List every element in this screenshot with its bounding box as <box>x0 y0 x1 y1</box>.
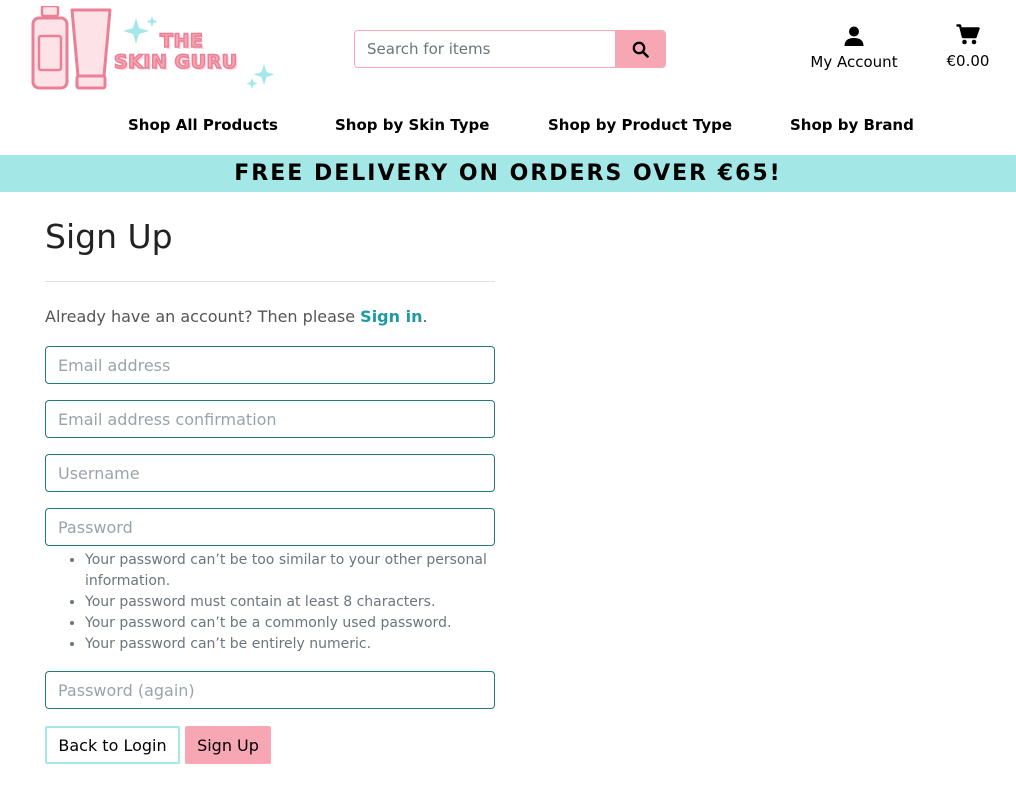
user-icon <box>844 26 864 46</box>
search-button[interactable] <box>615 31 665 67</box>
search-bar <box>354 30 666 68</box>
signin-prompt-text: Already have an account? Then please <box>45 307 361 326</box>
signin-link[interactable]: Sign in <box>360 307 422 326</box>
main-navigation: Shop All Products Shop by Skin Type Shop… <box>0 116 1016 138</box>
site-logo[interactable]: THE SKIN GURU <box>28 6 280 94</box>
signin-prompt-period: . <box>422 307 428 326</box>
cart-link[interactable]: €0.00 <box>936 24 1000 70</box>
password-requirement: Your password can’t be too similar to yo… <box>85 550 495 592</box>
password-confirmation-field[interactable] <box>45 671 495 709</box>
nav-shop-by-product-type[interactable]: Shop by Product Type <box>548 116 732 134</box>
back-to-login-button[interactable]: Back to Login <box>45 726 180 764</box>
cart-total: €0.00 <box>946 52 990 70</box>
free-delivery-banner: FREE DELIVERY ON ORDERS OVER €65! <box>0 155 1016 192</box>
username-field[interactable] <box>45 454 495 492</box>
shopping-cart-icon <box>956 24 980 45</box>
signin-prompt: Already have an account? Then please Sig… <box>45 307 428 326</box>
password-requirement: Your password must contain at least 8 ch… <box>85 592 495 613</box>
nav-shop-all-products[interactable]: Shop All Products <box>128 116 278 134</box>
banner-text: FREE DELIVERY ON ORDERS OVER €65! <box>234 161 782 186</box>
logo-graphic <box>31 6 275 90</box>
my-account-label: My Account <box>810 53 898 71</box>
page-title: Sign Up <box>45 217 173 256</box>
password-field[interactable] <box>45 508 495 546</box>
sign-up-button[interactable]: Sign Up <box>185 726 271 764</box>
logo-text-skin-guru: SKIN GURU <box>113 50 238 74</box>
search-icon <box>632 41 649 58</box>
logo-text-the: THE <box>159 29 204 53</box>
email-field[interactable] <box>45 346 495 384</box>
search-input[interactable] <box>355 31 615 67</box>
email-confirmation-field[interactable] <box>45 400 495 438</box>
my-account-link[interactable]: My Account <box>800 26 908 71</box>
password-requirements: Your password can’t be too similar to yo… <box>45 550 495 655</box>
divider <box>45 281 495 282</box>
nav-shop-by-skin-type[interactable]: Shop by Skin Type <box>335 116 489 134</box>
password-requirement: Your password can’t be entirely numeric. <box>85 634 495 655</box>
password-requirement: Your password can’t be a commonly used p… <box>85 613 495 634</box>
nav-shop-by-brand[interactable]: Shop by Brand <box>790 116 914 134</box>
